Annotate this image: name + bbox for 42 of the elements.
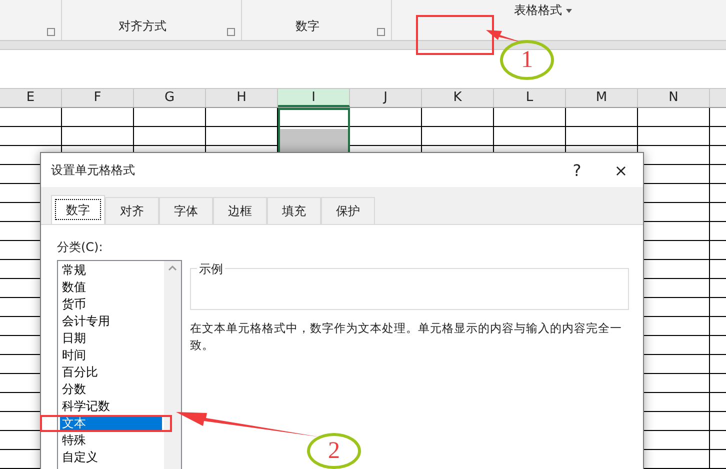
column-header[interactable]: M [566, 89, 638, 107]
ribbon-group-label: 数字 [294, 18, 320, 35]
dialog-launcher-icon[interactable] [47, 28, 55, 36]
category-item[interactable]: 分数 [60, 381, 162, 398]
category-item[interactable]: 自定义 [60, 449, 162, 466]
category-item[interactable]: 百分比 [60, 364, 162, 381]
dialog-launcher-icon[interactable] [227, 28, 235, 36]
tab[interactable]: 对齐 [105, 197, 159, 224]
tab[interactable]: 填充 [267, 197, 321, 224]
category-item[interactable]: 常规 [60, 262, 162, 279]
category-item[interactable]: 时间 [60, 347, 162, 364]
category-list[interactable]: 常规 数值 货币 会计专用 日期 时间 百分比 分数 科学记数 文本 特殊 自定义 [57, 260, 182, 469]
category-item[interactable]: 货币 [60, 296, 162, 313]
help-button[interactable]: ? [555, 153, 599, 187]
column-header[interactable]: E [0, 89, 62, 107]
column-header[interactable]: K [422, 89, 494, 107]
scroll-up-icon[interactable] [168, 265, 177, 271]
dialog-title: 设置单元格格式 [51, 162, 136, 178]
tab[interactable]: 边框 [213, 197, 267, 224]
tab[interactable]: 保护 [321, 197, 375, 224]
tab[interactable]: 数字 [51, 195, 105, 224]
tab[interactable]: 字体 [159, 197, 213, 224]
category-label: 分类(C): [57, 239, 104, 256]
column-header[interactable]: I [278, 89, 350, 107]
column-header[interactable]: G [134, 89, 206, 107]
description-text: 在文本单元格格式中，数字作为文本处理。单元格显示的内容与输入的内容完全一致。 [190, 320, 623, 354]
category-item[interactable]: 日期 [60, 330, 162, 347]
category-item[interactable]: 科学记数 [60, 398, 162, 415]
column-header[interactable]: F [62, 89, 134, 107]
category-item[interactable]: 会计专用 [60, 313, 162, 330]
annotation-number: 2 [307, 433, 361, 469]
annotation-number: 1 [500, 40, 554, 80]
sample-label: 示例 [197, 261, 225, 278]
column-header[interactable]: L [494, 89, 566, 107]
category-item[interactable]: 特殊 [60, 432, 162, 449]
close-button[interactable]: × [599, 153, 643, 187]
column-header[interactable]: N [638, 89, 710, 107]
ribbon-group-label: 对齐方式 [118, 18, 168, 35]
column-header[interactable]: J [350, 89, 422, 107]
dialog-launcher-icon[interactable] [377, 28, 385, 36]
table-format-button[interactable]: 表格格式 [510, 1, 576, 20]
category-item[interactable]: 数值 [60, 279, 162, 296]
